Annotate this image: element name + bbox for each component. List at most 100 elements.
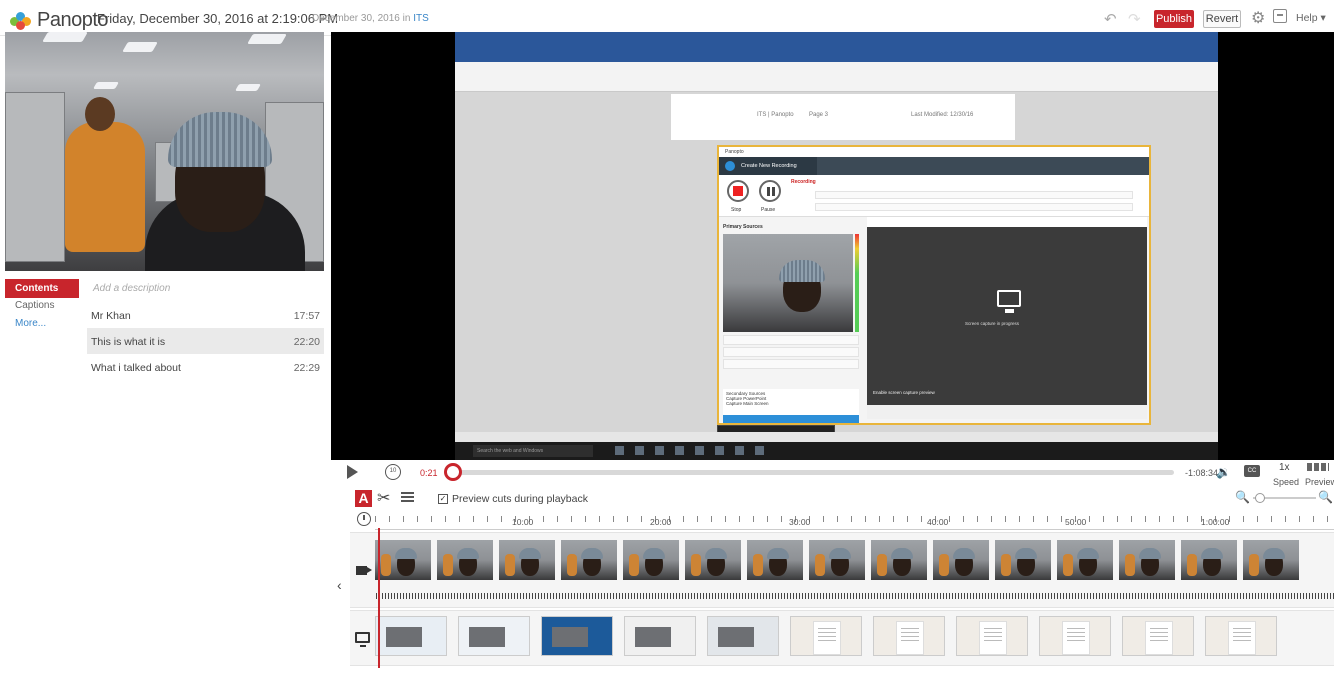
pause-label: Pause	[761, 207, 776, 213]
screen-thumbnail	[1205, 616, 1277, 656]
description-input[interactable]: Add a description	[93, 283, 170, 294]
record-circle-icon	[725, 161, 735, 171]
recorder-tab-label: Create New Recording	[741, 163, 797, 169]
preview-label[interactable]: Preview	[1305, 477, 1334, 487]
toc-item-title: Mr Khan	[91, 310, 131, 322]
zoom-slider[interactable]	[1253, 493, 1316, 503]
screen-thumbnail	[1122, 616, 1194, 656]
zoom-out-icon[interactable]: 🔍	[1235, 490, 1250, 504]
rewind-10-icon[interactable]: 10	[385, 464, 401, 480]
play-icon[interactable]	[347, 465, 358, 479]
word-ribbon-tabs	[455, 54, 1218, 62]
resolution-bar	[867, 405, 1147, 419]
ceiling-light	[42, 32, 88, 42]
taskbar-app-icon	[675, 446, 684, 455]
scrub-handle[interactable]	[444, 463, 463, 481]
camera-thumbnail	[561, 540, 617, 580]
camera-thumbnail	[1119, 540, 1175, 580]
panopto-logo-icon	[10, 11, 32, 30]
ruler-tick-label: 50:00	[1065, 517, 1087, 527]
gear-icon[interactable]: ⚙	[1251, 8, 1265, 28]
camera-thumbnail	[995, 540, 1051, 580]
undo-icon[interactable]: ↶	[1104, 10, 1117, 28]
word-ribbon	[455, 62, 1218, 92]
video-setting	[723, 335, 859, 345]
captured-desktop: ITS | Panopto Page 3 Last Modified: 12/3…	[455, 32, 1218, 460]
toc-item-selected[interactable]: This is what it is 22:20	[87, 328, 324, 354]
recorder-header: Create New Recording	[719, 157, 1149, 175]
recording-status: Recording	[791, 179, 816, 185]
folder-link[interactable]: ITS	[413, 13, 429, 24]
timeline-playhead[interactable]	[378, 528, 380, 668]
chevron-left-icon[interactable]: ‹	[337, 577, 342, 593]
annotate-tool-icon[interactable]: A	[355, 490, 372, 507]
scrub-bar[interactable]	[452, 470, 1174, 475]
taskbar-app-icon	[615, 446, 624, 455]
ruler-tick-label: 30:00	[789, 517, 811, 527]
redo-icon[interactable]: ↷	[1128, 10, 1141, 28]
camera-thumbnail	[623, 540, 679, 580]
pause-icon	[759, 180, 781, 202]
zoom-in-icon[interactable]: 🔍	[1318, 490, 1333, 504]
toc-item[interactable]: What i talked about 22:29	[87, 354, 324, 380]
publish-button[interactable]: Publish	[1154, 10, 1194, 28]
camera-thumbnail	[809, 540, 865, 580]
screen-thumbnail	[375, 616, 447, 656]
clock-icon	[357, 512, 371, 526]
tab-more[interactable]: More...	[5, 318, 79, 329]
enable-preview-label: Enable screen capture preview	[873, 390, 935, 395]
screen-thumbnail	[956, 616, 1028, 656]
elapsed-time: 0:21	[420, 468, 438, 478]
webcam-video[interactable]	[5, 32, 324, 271]
screen-thumbnail	[790, 616, 862, 656]
primary-sources-label: Primary Sources	[723, 224, 763, 230]
speed-value[interactable]: 1x	[1279, 462, 1290, 473]
word-status-bar	[455, 432, 1218, 442]
presenter-beanie	[168, 112, 272, 167]
scissors-icon[interactable]: ✂	[377, 488, 390, 508]
preview-beanie	[779, 260, 825, 282]
audio-waveform	[376, 588, 1334, 604]
help-menu[interactable]: Help ▾	[1296, 12, 1326, 24]
tab-captions[interactable]: Captions	[5, 300, 79, 311]
add-video-source-button	[723, 415, 859, 423]
recorder-settings	[723, 335, 859, 383]
doc-header-right: Last Modified: 12/30/16	[911, 112, 974, 118]
taskbar-app-icon	[655, 446, 664, 455]
camera-thumbnail	[499, 540, 555, 580]
recorder-controls: Stop Pause Recording	[719, 175, 1149, 217]
quality-setting	[723, 359, 859, 369]
tab-contents[interactable]: Contents	[5, 279, 79, 298]
windows-taskbar: Search the web and Windows	[455, 442, 1218, 460]
preview-cuts-label: Preview cuts during playback	[452, 493, 588, 505]
capture-main-screen: Capture Main Screen	[726, 401, 769, 406]
volume-icon[interactable]: 🔉	[1216, 465, 1231, 479]
help-label: Help	[1296, 12, 1318, 24]
recorder-titlebar: Panopto	[719, 147, 1149, 157]
preview-cuts-checkbox[interactable]: ✓	[438, 494, 448, 504]
session-field	[815, 203, 1133, 211]
monitor-icon	[997, 290, 1021, 313]
revert-button[interactable]: Revert	[1203, 10, 1241, 28]
panopto-logo[interactable]: Panopto	[10, 9, 109, 32]
panopto-recorder-window: Panopto Create New Recording Stop Pause …	[717, 145, 1151, 425]
camera-thumbnail	[871, 540, 927, 580]
toc-item-title: This is what it is	[91, 336, 166, 348]
camera-thumbnail	[685, 540, 741, 580]
screen-capture-video[interactable]: ITS | Panopto Page 3 Last Modified: 12/3…	[331, 32, 1334, 460]
ruler-tick-label: 10:00	[512, 517, 534, 527]
ceiling-light	[92, 82, 120, 89]
cc-button[interactable]: CC	[1244, 465, 1260, 477]
speed-label[interactable]: Speed	[1273, 477, 1299, 487]
toc-item-time: 22:29	[293, 362, 320, 374]
toc-item[interactable]: Mr Khan 17:57	[87, 302, 324, 328]
recorder-webcam-preview	[723, 234, 853, 332]
stop-label: Stop	[731, 207, 742, 213]
screen-preview-pane: Screen capture in progress Enable screen…	[867, 227, 1147, 405]
camera-icon	[356, 566, 372, 575]
preview-tabs	[867, 217, 1147, 227]
preview-grid-icon[interactable]	[1307, 463, 1329, 471]
list-icon[interactable]	[401, 492, 414, 502]
recorder-active-tab: Create New Recording	[719, 157, 817, 175]
export-icon[interactable]	[1273, 9, 1287, 23]
